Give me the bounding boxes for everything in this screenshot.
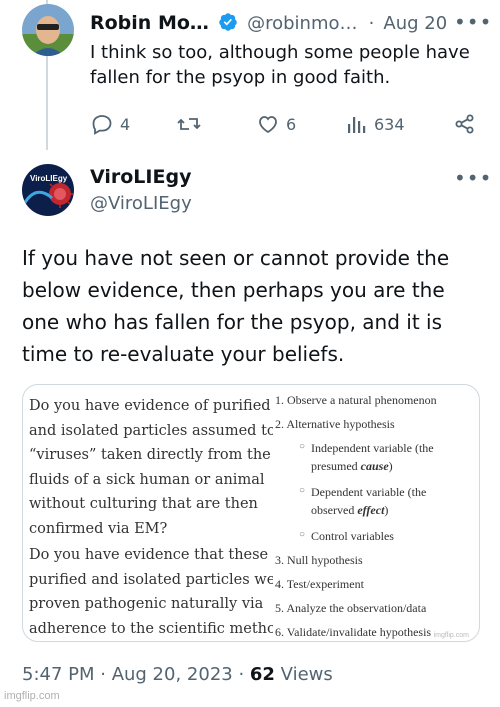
sub-step-text: Independent variable (the: [311, 441, 434, 455]
question-line: Do you have evidence of purified: [29, 398, 271, 414]
sub-step-text: ): [388, 459, 393, 473]
sub-step: ○ Dependent variable (the observed effec…: [299, 483, 479, 519]
like-icon: [259, 116, 277, 134]
question-line: purified and isolated particles were: [29, 571, 273, 588]
avatar-logo-text: ViroLIEgy: [30, 174, 68, 183]
reply-date[interactable]: Aug 20: [383, 13, 447, 34]
step-item: 4. Test/experiment: [275, 577, 364, 591]
cause-emphasis: cause: [360, 459, 389, 473]
reply-header: Robin Mo… @robinmo… · Aug 20: [90, 12, 447, 34]
image-watermark: imgflip.com: [433, 632, 469, 639]
question-line: without culturing that are then: [29, 496, 258, 512]
bullet-icon: ○: [299, 441, 306, 452]
views-button[interactable]: 634: [346, 110, 405, 138]
reply-icon: [92, 115, 112, 135]
step-item: 1. Observe a natural phenomenon: [275, 393, 437, 407]
views-icon: [348, 117, 366, 133]
question-line: adherence to the scientific method: [29, 620, 273, 637]
reply-handle[interactable]: @robinmo…: [247, 13, 357, 34]
sub-step-text: ): [384, 503, 389, 517]
bullet-icon: ○: [299, 529, 306, 540]
reply-author-name[interactable]: Robin Mo…: [90, 12, 209, 34]
more-icon[interactable]: •••: [454, 166, 492, 190]
views-label: Views: [274, 664, 333, 685]
sub-step-text: Dependent variable (the: [311, 485, 427, 499]
question-line: and isolated particles assumed to: [29, 422, 273, 439]
views-count: 62: [249, 664, 275, 685]
step-item: 2. Alternative hypothesis: [275, 417, 395, 431]
tweet-text: If you have not seen or cannot provide t…: [22, 246, 450, 366]
bullet-icon: ○: [299, 485, 306, 496]
like-count: 6: [286, 114, 297, 134]
share-icon: [455, 114, 474, 134]
question-line: fluids of a sick human or animal: [29, 471, 265, 488]
question-line: “viruses” taken directly from the: [29, 447, 271, 463]
sub-step-text: observed: [311, 503, 358, 517]
sub-step: ○ Control variables: [299, 527, 479, 545]
step-item: 3. Null hypothesis: [275, 553, 363, 567]
step-item: 6. Validate/invalidate hypothesis: [275, 625, 432, 639]
share-button[interactable]: [454, 110, 476, 138]
reply-button[interactable]: 4: [90, 110, 130, 138]
author-name[interactable]: ViroLIEgy: [90, 166, 191, 188]
step-item: 5. Analyze the observation/data: [275, 601, 427, 615]
view-count: 634: [374, 114, 405, 134]
separator-dot: ·: [368, 13, 375, 34]
sub-step: ○ Independent variable (the presumed cau…: [299, 439, 479, 475]
sub-step-text: presumed: [311, 459, 361, 473]
tweet-metadata: 5:47 PM · Aug 20, 2023 · 62 Views: [22, 664, 333, 685]
more-icon[interactable]: •••: [454, 10, 492, 34]
effect-emphasis: effect: [357, 503, 385, 517]
author-handle[interactable]: @ViroLIEgy: [90, 193, 192, 214]
like-button[interactable]: 6: [256, 110, 296, 138]
tweet-image[interactable]: Do you have evidence of purified and iso…: [22, 384, 480, 642]
question-line: Do you have evidence that these: [29, 547, 269, 563]
tweet-timestamp[interactable]: 5:47 PM · Aug 20, 2023 ·: [22, 664, 250, 685]
question-line: proven pathogenic naturally via: [29, 596, 264, 612]
reply-count: 4: [120, 114, 131, 134]
retweet-button[interactable]: [176, 110, 202, 138]
question-line: confirmed via EM?: [29, 520, 168, 537]
retweet-icon: [177, 118, 201, 130]
verified-badge-icon: [218, 12, 238, 32]
author-name-text: ViroLIEgy: [90, 166, 192, 188]
reply-avatar[interactable]: [22, 4, 74, 56]
imgflip-watermark: imgflip.com: [4, 690, 60, 702]
author-avatar[interactable]: ViroLIEgy: [22, 164, 74, 216]
reply-text: I think so too, although some people hav…: [90, 42, 470, 88]
sub-step-text: Control variables: [311, 529, 394, 543]
